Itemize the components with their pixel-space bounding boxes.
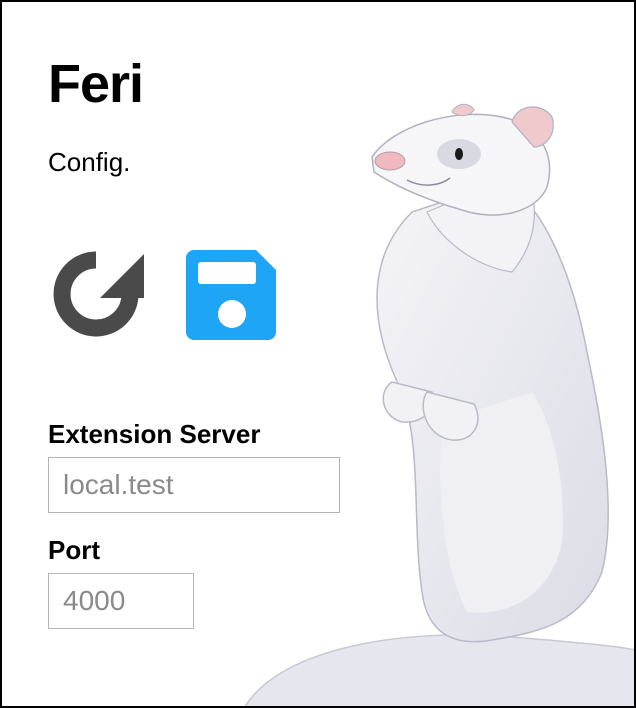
save-button[interactable] [184, 246, 280, 342]
port-label: Port [48, 535, 100, 565]
page-subtitle: Config. [48, 147, 131, 177]
extension-server-input[interactable] [48, 457, 340, 513]
reload-button[interactable] [48, 246, 146, 342]
config-panel: Feri Config. Extension Server Port [0, 0, 636, 708]
reload-icon [53, 251, 146, 337]
ferret-mascot-illustration [244, 103, 634, 706]
extension-server-label: Extension Server [48, 419, 261, 449]
floppy-disk-save-icon [186, 250, 276, 340]
port-input[interactable] [48, 573, 194, 629]
app-title: Feri [48, 54, 144, 114]
